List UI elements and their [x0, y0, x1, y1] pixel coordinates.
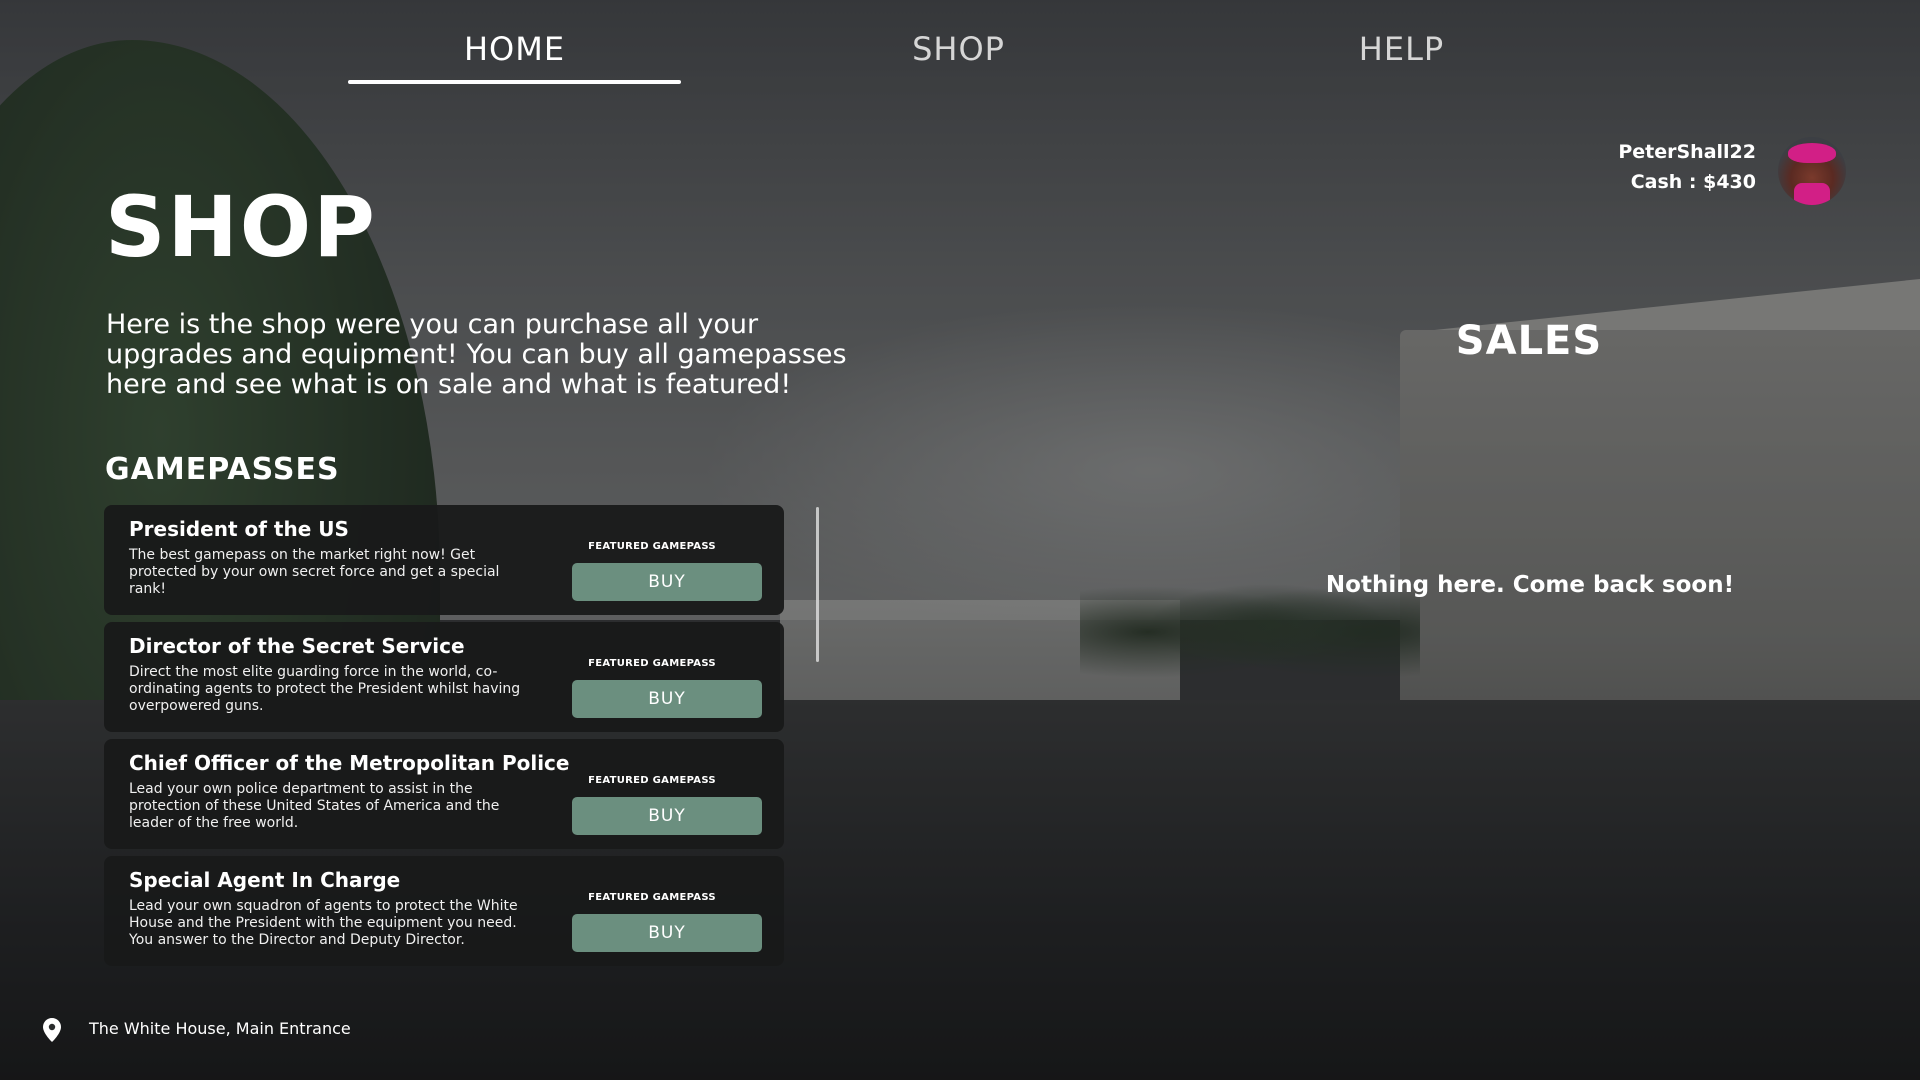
- featured-gamepass-label: FEATURED GAMEPASS: [588, 775, 716, 786]
- gamepass-title: Director of the Secret Service: [129, 634, 465, 658]
- gamepass-description: Direct the most elite guarding force in …: [129, 664, 521, 714]
- gamepass-description: The best gamepass on the market right no…: [129, 547, 500, 597]
- featured-gamepass-label: FEATURED GAMEPASS: [588, 541, 716, 552]
- gamepass-title: Special Agent In Charge: [129, 868, 401, 892]
- buy-button[interactable]: BUY: [572, 680, 762, 718]
- sales-empty-message: Nothing here. Come back soon!: [1325, 572, 1735, 598]
- gamepass-card: Chief Officer of the Metropolitan Police…: [104, 739, 784, 849]
- page-title: SHOP: [105, 178, 377, 276]
- gamepass-list: President of the US The best gamepass on…: [104, 505, 784, 973]
- gamepass-card: President of the US The best gamepass on…: [104, 505, 784, 615]
- top-nav: HOME SHOP HELP: [0, 0, 1920, 90]
- buy-button[interactable]: BUY: [572, 797, 762, 835]
- buy-button[interactable]: BUY: [572, 914, 762, 952]
- tab-shop[interactable]: SHOP: [792, 30, 1125, 68]
- featured-gamepass-label: FEATURED GAMEPASS: [588, 892, 716, 903]
- tab-home[interactable]: HOME: [348, 30, 681, 68]
- featured-gamepass-label: FEATURED GAMEPASS: [588, 658, 716, 669]
- buy-button[interactable]: BUY: [572, 563, 762, 601]
- active-tab-indicator: [348, 80, 681, 84]
- username: PeterShall22: [1618, 141, 1756, 163]
- map-pin-icon: [43, 1018, 61, 1042]
- gamepass-card: Special Agent In Charge Lead your own sq…: [104, 856, 784, 966]
- location-label: The White House, Main Entrance: [89, 1019, 351, 1038]
- cash-balance: Cash : $430: [1630, 171, 1756, 193]
- gamepass-title: President of the US: [129, 517, 349, 541]
- sales-heading: SALES: [1455, 318, 1603, 364]
- gamepass-list-scrollbar[interactable]: [816, 507, 819, 662]
- user-info: PeterShall22 Cash : $430: [1618, 137, 1756, 197]
- gamepass-title: Chief Officer of the Metropolitan Police: [129, 751, 570, 775]
- shop-intro-text: Here is the shop were you can purchase a…: [106, 309, 847, 400]
- avatar: [1778, 137, 1846, 205]
- gamepasses-heading: GAMEPASSES: [105, 452, 340, 487]
- gamepass-card: Director of the Secret Service Direct th…: [104, 622, 784, 732]
- gamepass-description: Lead your own squadron of agents to prot…: [129, 898, 518, 948]
- gamepass-description: Lead your own police department to assis…: [129, 781, 500, 831]
- tab-help[interactable]: HELP: [1235, 30, 1568, 68]
